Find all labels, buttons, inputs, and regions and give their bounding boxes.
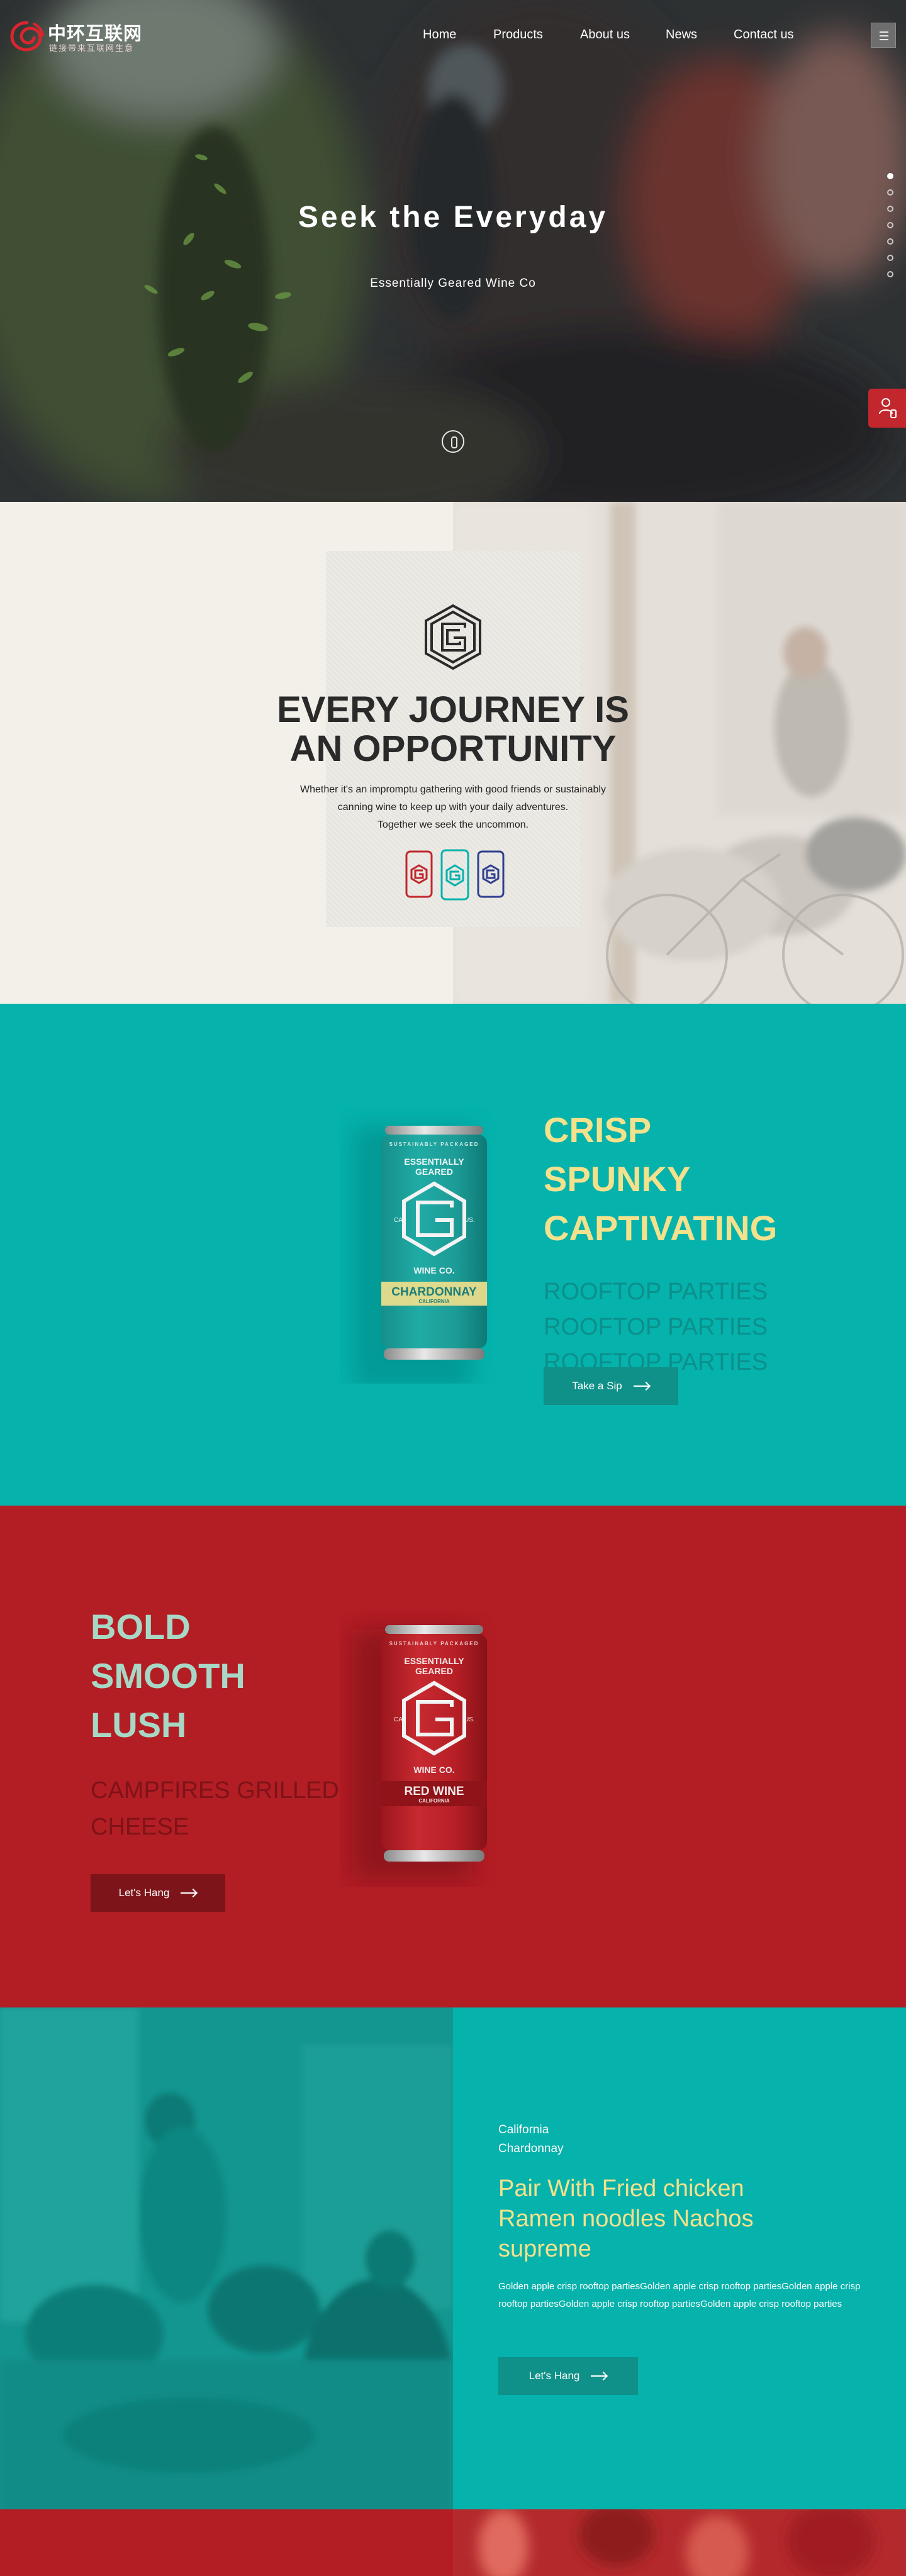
friends-picnic-photo <box>0 2007 453 2509</box>
heading-line: LUSH <box>91 1705 187 1745</box>
swirl-logo-icon <box>10 21 44 52</box>
can-brand-line1: ESSENTIALLY <box>404 1656 464 1666</box>
can-varietal: CHARDONNAY <box>391 1285 477 1299</box>
button-label: Let's Hang <box>528 2370 580 2382</box>
hamburger-icon[interactable] <box>871 23 896 48</box>
hero-title: Seek the Everyday <box>298 201 608 234</box>
can-right-text: US. <box>464 1217 475 1224</box>
mini-cans-group <box>405 849 505 901</box>
slide-dot[interactable] <box>887 206 893 212</box>
nav-item-about[interactable]: About us <box>580 28 630 42</box>
lets-hang-button[interactable]: Let's Hang <box>91 1874 225 1912</box>
can-company: WINE CO. <box>413 1265 454 1275</box>
take-a-sip-button[interactable]: Take a Sip <box>544 1367 678 1405</box>
red-wine-can: SUSTAINABLY PACKAGED ESSENTIALLY GEARED … <box>352 1625 487 1880</box>
arrow-right-icon <box>633 1382 650 1390</box>
chardonnay-heading: CRISP SPUNKY CAPTIVATING <box>544 1106 871 1253</box>
chardonnay-can: SUSTAINABLY PACKAGED ESSENTIALLY GEARED … <box>352 1126 487 1384</box>
heading-line: CRISP <box>544 1110 652 1150</box>
can-region: CALIFORNIA <box>418 1798 450 1804</box>
red-blur-photo <box>453 2509 906 2576</box>
hero-subtitle: Essentially Geared Wine Co <box>370 277 536 290</box>
next-section-preview <box>0 2509 906 2576</box>
teal-can-icon <box>440 849 469 901</box>
journey-text-line: Whether it's an impromptu gathering with… <box>300 784 606 795</box>
journey-text-line: canning wine to keep up with your daily … <box>337 802 569 813</box>
heading-line: CAPTIVATING <box>544 1208 778 1248</box>
chardonnay-subtitle: ROOFTOP PARTIES ROOFTOP PARTIES ROOFTOP … <box>544 1279 768 1375</box>
can-brand-line2: GEARED <box>415 1666 453 1676</box>
can-left-text: CA. <box>394 1716 405 1723</box>
can-brand-line2: GEARED <box>415 1167 453 1177</box>
hero-background-photo <box>0 0 906 502</box>
journey-title-line: EVERY JOURNEY IS <box>277 689 629 730</box>
pair-label-varietal: Chardonnay <box>498 2142 564 2155</box>
can-right-text: US. <box>464 1716 475 1723</box>
can-top-text: SUSTAINABLY PACKAGED <box>389 1641 479 1646</box>
slide-dot[interactable] <box>887 222 893 228</box>
red-wine-heading: BOLD SMOOTH LUSH <box>91 1602 342 1750</box>
journey-title: EVERY JOURNEY IS AN OPPORTUNITY <box>201 691 705 769</box>
pair-title: Pair With Fried chicken Ramen noodles Na… <box>498 2175 754 2262</box>
nav-item-products[interactable]: Products <box>493 28 543 42</box>
person-phone-icon <box>879 398 897 418</box>
slide-dot[interactable] <box>887 255 893 261</box>
slide-dot[interactable] <box>887 238 893 245</box>
site-header: 中环互联网 链接带来互联网生意 Home Products About us N… <box>0 0 906 73</box>
pair-label-region: California <box>498 2123 549 2136</box>
arrow-right-icon <box>181 1889 197 1897</box>
can-left-text: CA. <box>394 1217 405 1224</box>
journey-title-line: AN OPPORTUNITY <box>289 728 617 769</box>
nav-item-home[interactable]: Home <box>423 28 456 42</box>
heading-line: BOLD <box>91 1607 191 1646</box>
contact-float-button[interactable] <box>868 389 906 428</box>
mouse-scroll-icon[interactable] <box>442 430 464 453</box>
can-company: WINE CO. <box>413 1765 454 1775</box>
pair-lets-hang-button[interactable]: Let's Hang <box>498 2357 638 2395</box>
brand-subtitle: 链接带来互联网生意 <box>49 43 135 53</box>
g-hexagon-logo-icon <box>425 604 481 670</box>
hero-section: Seek the Everyday Essentially Geared Win… <box>0 0 906 502</box>
nav-item-contact[interactable]: Contact us <box>734 28 794 42</box>
can-region: CALIFORNIA <box>418 1299 450 1304</box>
arrow-right-icon <box>591 2372 607 2380</box>
red-can-icon <box>405 850 433 898</box>
nav-item-news[interactable]: News <box>666 28 697 42</box>
slide-dot[interactable] <box>887 173 893 179</box>
heading-line: SMOOTH <box>91 1656 245 1696</box>
button-label: Take a Sip <box>572 1380 622 1392</box>
pair-text: Golden apple crisp rooftop partiesGolden… <box>498 2281 861 2309</box>
journey-text: Whether it's an impromptu gathering with… <box>264 781 642 834</box>
brand-logo[interactable]: 中环互联网 链接带来互联网生意 <box>9 18 147 55</box>
can-top-text: SUSTAINABLY PACKAGED <box>389 1141 479 1147</box>
slide-dot[interactable] <box>887 271 893 277</box>
can-varietal: RED WINE <box>405 1785 464 1798</box>
heading-line: SPUNKY <box>544 1159 691 1199</box>
slide-dot[interactable] <box>887 189 893 196</box>
blue-can-icon <box>477 850 505 898</box>
can-brand-line1: ESSENTIALLY <box>404 1157 464 1167</box>
journey-text-line: Together we seek the uncommon. <box>377 819 529 830</box>
button-label: Let's Hang <box>118 1887 170 1899</box>
